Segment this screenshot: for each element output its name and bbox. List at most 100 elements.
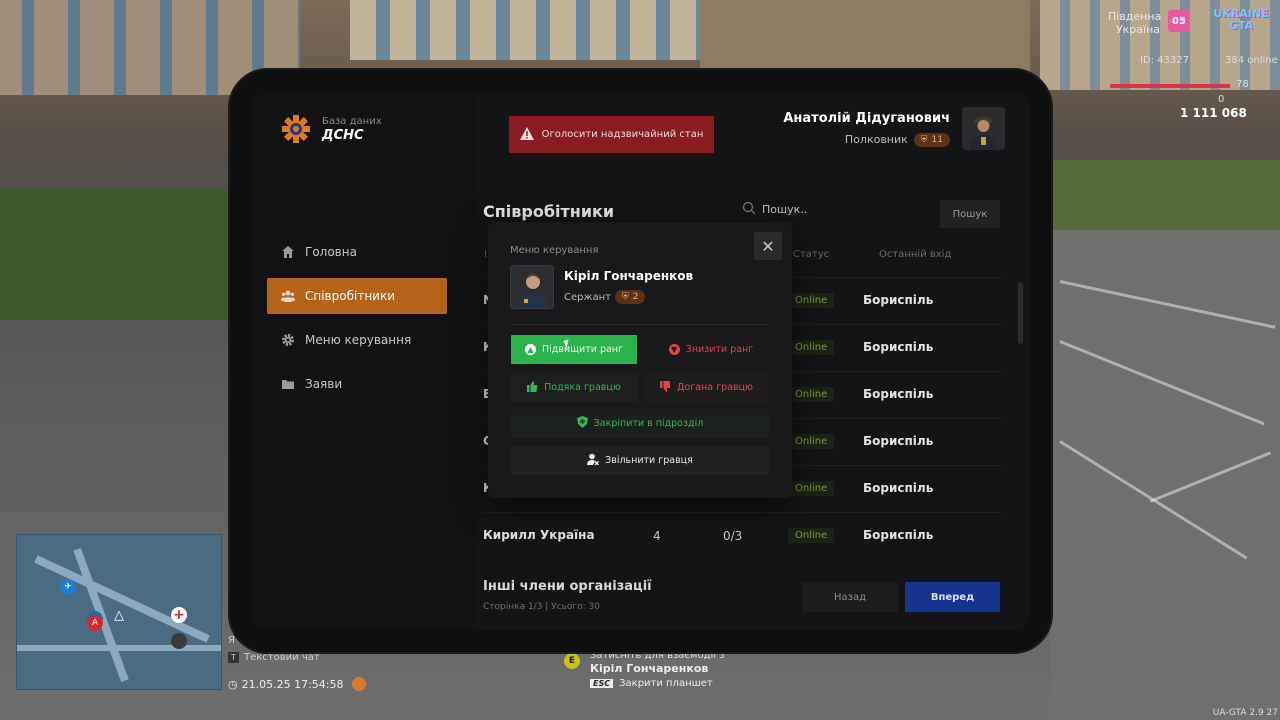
scrollbar[interactable] xyxy=(1018,282,1023,344)
sidebar-item-home[interactable]: Головна xyxy=(267,234,447,270)
search-icon xyxy=(742,201,756,218)
e-key: E xyxy=(564,653,580,669)
employee-level: 4 xyxy=(653,529,661,543)
last-login: Бориспіль xyxy=(863,293,934,307)
search-bar xyxy=(742,201,922,218)
minimap: ✈ A △ + xyxy=(16,534,222,690)
folder-icon xyxy=(281,377,295,391)
thumbs-up-icon xyxy=(527,380,538,395)
sidebar-item-label: Заяви xyxy=(305,377,343,391)
current-user: Анатолій Дідуганович Полковник ⛨ 11 xyxy=(783,107,1005,150)
shield-plus-icon xyxy=(576,416,588,431)
close-tablet-label: Закрити планшет xyxy=(619,678,713,689)
hint-target: Кіріл Гончаренков xyxy=(590,662,709,675)
assign-division-button[interactable]: Закріпити в підрозділ xyxy=(511,409,769,438)
avatar xyxy=(962,107,1005,150)
column-header-status: Статус xyxy=(793,249,830,260)
grass xyxy=(0,190,230,320)
last-login: Бориспіль xyxy=(863,481,934,495)
garage-icon xyxy=(171,633,187,649)
chat-key: T xyxy=(228,652,239,663)
fire-player-button[interactable]: Звільнити гравця xyxy=(511,446,769,475)
column-header-name: І xyxy=(484,249,487,260)
sidebar-item-label: Співробітники xyxy=(305,289,396,303)
armor-value: 0 xyxy=(1218,94,1225,105)
emergency-button[interactable]: Оголосити надзвичайний стан xyxy=(509,116,714,153)
sidebar-item-control-menu[interactable]: Меню керування xyxy=(267,322,447,358)
divider xyxy=(510,324,769,325)
airport-icon: ✈ xyxy=(60,579,76,595)
selected-member: Кіріл Гончаренков Сержант ⛨ 2 xyxy=(510,265,693,309)
shield-icon: ⛨ xyxy=(920,134,928,145)
brand-subtitle: База даних xyxy=(322,115,382,127)
search-button[interactable]: Пошук xyxy=(940,200,1000,228)
next-button[interactable]: Вперед xyxy=(905,582,1000,612)
building xyxy=(700,0,1030,75)
user-rank: Полковник xyxy=(844,133,908,146)
money-value: 1 111 068 xyxy=(1180,106,1247,120)
last-login: Бориспіль xyxy=(863,528,934,542)
status-badge: Online xyxy=(788,528,835,543)
microphone-icon xyxy=(351,677,366,691)
last-login: Бориспіль xyxy=(863,387,934,401)
hospital-icon: + xyxy=(171,607,187,623)
employee-name: Кирилл Україна xyxy=(483,528,595,542)
ats-icon: A xyxy=(87,615,103,631)
avatar xyxy=(510,265,554,309)
arrow-up-icon: ▲ xyxy=(524,344,536,355)
building xyxy=(350,0,710,60)
user-remove-icon xyxy=(587,453,600,468)
user-name: Анатолій Дідуганович xyxy=(783,110,950,126)
back-button[interactable]: Назад xyxy=(802,582,898,612)
region-label: Південна Україна xyxy=(1108,10,1162,36)
player-id: ID: 43327 xyxy=(1140,55,1190,66)
arrow-down-icon: ▼ xyxy=(668,344,680,355)
promote-button[interactable]: ▲ Підвищити ранг xyxy=(511,335,637,364)
rank-badge: ⛨ 11 xyxy=(913,132,950,147)
status-badge: Online xyxy=(788,387,835,402)
datetime: ◷ 21.05.25 17:54:58 xyxy=(228,677,366,691)
status-badge: Online xyxy=(788,481,835,496)
brand-name: ДСНС xyxy=(322,127,364,143)
sidebar-item-label: Головна xyxy=(305,245,357,259)
warning-icon xyxy=(519,126,534,143)
control-menu-modal: Меню керування ✕ Кіріл Гончаренков Сержа… xyxy=(488,222,792,498)
clock-icon: ◷ xyxy=(228,677,238,691)
member-rank: Сержант xyxy=(564,291,611,303)
rank-badge: ⛨ 2 xyxy=(614,290,646,304)
thumbs-down-icon xyxy=(659,380,671,395)
employee-warnings: 0/3 xyxy=(723,529,743,543)
version-label: UA-GTA 2.9 27 xyxy=(1212,708,1278,718)
member-name: Кіріл Гончаренков xyxy=(564,269,694,283)
datetime-value: 21.05.25 17:54:58 xyxy=(241,677,344,691)
demote-button[interactable]: ▼ Знизити ранг xyxy=(653,335,769,364)
emergency-button-label: Оголосити надзвичайний стан xyxy=(541,129,704,140)
page-title: Співробітники xyxy=(483,202,615,221)
region-badge: 05 xyxy=(1168,10,1190,32)
status-badge: Online xyxy=(788,293,835,308)
rebuke-button[interactable]: Догана гравцю xyxy=(644,373,769,402)
server-logo: UKRAINE GTA xyxy=(1213,7,1269,32)
status-badge: Online xyxy=(788,434,835,449)
modal-title: Меню керування xyxy=(510,245,599,256)
esc-key: ESC xyxy=(590,679,614,688)
sidebar-nav: Головна Співробітники Меню керування Зая… xyxy=(267,234,447,410)
table-row[interactable]: Кирилл Україна 4 0/3 Online Бориспіль xyxy=(483,512,1001,559)
health-bar xyxy=(1110,84,1230,88)
online-count: 384 online xyxy=(1225,55,1278,66)
sidebar-item-employees[interactable]: Співробітники xyxy=(267,278,447,314)
home-icon xyxy=(281,245,295,259)
dsns-logo-icon xyxy=(280,113,312,145)
thanks-button[interactable]: Подяка гравцю xyxy=(511,373,637,402)
sidebar-item-label: Меню керування xyxy=(305,333,412,347)
users-icon xyxy=(281,289,295,303)
status-badge: Online xyxy=(788,340,835,355)
search-input[interactable] xyxy=(762,203,922,216)
close-button[interactable]: ✕ xyxy=(754,232,782,260)
player-arrow-icon: △ xyxy=(114,607,124,623)
column-header-last-login: Останній вхід xyxy=(879,249,952,260)
shield-icon: ⛨ xyxy=(621,292,629,302)
grass xyxy=(1050,160,1280,230)
sidebar-item-applications[interactable]: Заяви xyxy=(267,366,447,402)
last-login: Бориспіль xyxy=(863,340,934,354)
